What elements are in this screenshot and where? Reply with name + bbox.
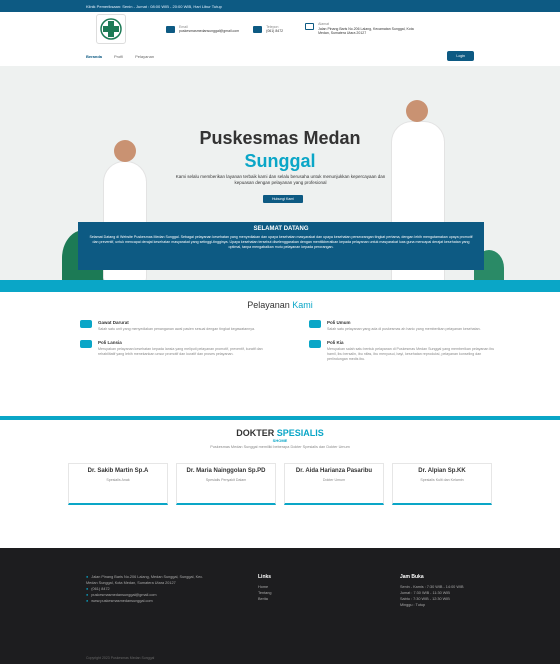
topbar: Klinik Pemeriksaan: Senin - Jumat : 08:0… (0, 0, 560, 12)
doctors-section: DOKTER SPESIALIS SHOME Puskesmas Medan S… (0, 428, 560, 505)
service-desc: Merupakan salah satu bentuk pelayanan di… (327, 347, 495, 361)
info-address: Alamat Jalan Pinang Baris No.206 Lalang,… (305, 22, 415, 36)
footer-hours-line: Minggu : Tutup (400, 603, 426, 607)
doctor-card[interactable]: Dr. Aida Harianza Pasaribu Dokter Umum (284, 463, 384, 505)
service-item[interactable]: Poli Kia Merupakan salah satu bentuk pel… (309, 340, 498, 362)
service-item[interactable]: Poli Lansia Merupakan pelayanan kesehata… (80, 340, 269, 362)
service-desc: Merupakan pelayanan kesehatan kepada lan… (98, 347, 263, 356)
stethoscope-icon (80, 340, 92, 348)
service-item[interactable]: Poli Umum Salah satu pelayanan yang ada … (309, 320, 498, 332)
email-value: puskesmasmedansunggal@gmail.com (179, 29, 240, 33)
footer-link-news[interactable]: Berita (258, 596, 348, 602)
hero-subtitle: Sunggal (244, 151, 316, 171)
service-name: Poli Umum (327, 320, 351, 325)
services-section: Pelayanan Kami Gawat Darurat Salah satu … (0, 300, 560, 362)
info-phone: Telepon (061) 8472 (253, 25, 283, 34)
doctor-specialty: Spesialis Penyakit Dalam (205, 478, 247, 482)
service-item[interactable]: Gawat Darurat Salah satu unit yang menye… (80, 320, 269, 332)
footer-hours-title: Jam Buka (400, 574, 424, 580)
doctor-card[interactable]: Dr. Alpian Sp.KK Spesialis Kulit dan Kel… (392, 463, 492, 505)
doctor-name: Dr. Sakib Martin Sp.A (87, 468, 149, 474)
login-button[interactable]: Login (447, 51, 474, 61)
info-email: Email puskesmasmedansunggal@gmail.com (166, 25, 239, 34)
doctors-description: Puskesmas Medan Sunggal memiliki beberap… (210, 445, 350, 449)
mail-icon: ● (86, 593, 89, 597)
footer-address: ● Jalan Pinang Baris No.206 Lalang, Medan… (86, 575, 204, 585)
doctor-card[interactable]: Dr. Maria Nainggolan Sp.PD Spesialis Pen… (176, 463, 276, 505)
service-name: Gawat Darurat (98, 320, 129, 325)
phone-icon (253, 25, 263, 33)
welcome-text: Selamat Datang di Website Puskesmas Meda… (89, 235, 473, 249)
hero-description: Kami selalu memberikan layanan terbaik k… (175, 174, 386, 185)
doctor-name: Dr. Aida Harianza Pasaribu (295, 468, 373, 474)
ambulance-icon (80, 320, 92, 328)
doctors-title: DOKTER SPESIALIS (236, 428, 324, 438)
stethoscope-icon (309, 320, 321, 328)
hero-contact-button[interactable]: Hubungi Kami (263, 195, 303, 203)
service-desc: Salah satu pelayanan yang ada di puskesm… (327, 327, 481, 331)
mail-icon (166, 25, 175, 33)
nav-services[interactable]: Pelayanan (135, 54, 154, 59)
accent-band (0, 280, 560, 292)
main-nav: Beranda Profil Pelayanan Login (0, 46, 560, 66)
footer-website: ● www.puskesmasmedansunggal.com (86, 599, 153, 603)
service-name: Poli Lansia (98, 340, 122, 345)
info-bar: Email puskesmasmedansunggal@gmail.com Te… (0, 12, 560, 46)
phone-icon: ● (86, 587, 89, 591)
footer-links: Links Home Tentang Berita (258, 574, 348, 608)
nav-profile[interactable]: Profil (114, 54, 123, 59)
address-value: Jalan Pinang Baris No.206 Lalang, Kecama… (318, 26, 414, 36)
welcome-box: SELAMAT DATANG Selamat Datang di Website… (78, 222, 484, 270)
opening-hours-text: Klinik Pemeriksaan: Senin - Jumat : 08:0… (86, 3, 222, 9)
doctor-specialty: Spesialis Kulit dan Kelamin (420, 478, 464, 482)
doctor-specialty: Dokter Umum (322, 478, 346, 482)
service-desc: Salah satu unit yang menyediakan penanga… (98, 327, 256, 331)
doctor-name: Dr. Maria Nainggolan Sp.PD (186, 468, 266, 474)
section-divider (0, 416, 560, 420)
footer-contact: ● Jalan Pinang Baris No.206 Lalang, Medan… (86, 574, 206, 608)
doctor-name: Dr. Alpian Sp.KK (418, 468, 466, 474)
phone-value: (061) 8472 (266, 29, 284, 33)
footer-hours: Jam Buka Senin - Kamis : 7:30 WIB - 14:0… (400, 574, 464, 608)
map-icon (305, 23, 315, 31)
doctor-card[interactable]: Dr. Sakib Martin Sp.A Spesialis Anak (68, 463, 168, 505)
service-name: Poli Kia (327, 340, 344, 345)
welcome-title: SELAMAT DATANG (253, 226, 309, 232)
map-pin-icon: ● (86, 575, 89, 579)
doctors-tag: SHOME (272, 438, 288, 443)
globe-icon: ● (86, 599, 89, 603)
hero-title: Puskesmas Medan (199, 128, 361, 148)
copyright: Copyright 2023 Puskesmas Medan Sunggal (86, 656, 155, 660)
nav-home[interactable]: Beranda (86, 54, 102, 59)
stethoscope-icon (309, 340, 321, 348)
doctor-specialty: Spesialis Anak (106, 478, 130, 482)
footer-links-title: Links (258, 574, 272, 580)
footer: ● Jalan Pinang Baris No.206 Lalang, Medan… (0, 548, 560, 664)
services-title: Pelayanan Kami (247, 300, 313, 310)
logo[interactable] (96, 14, 126, 44)
